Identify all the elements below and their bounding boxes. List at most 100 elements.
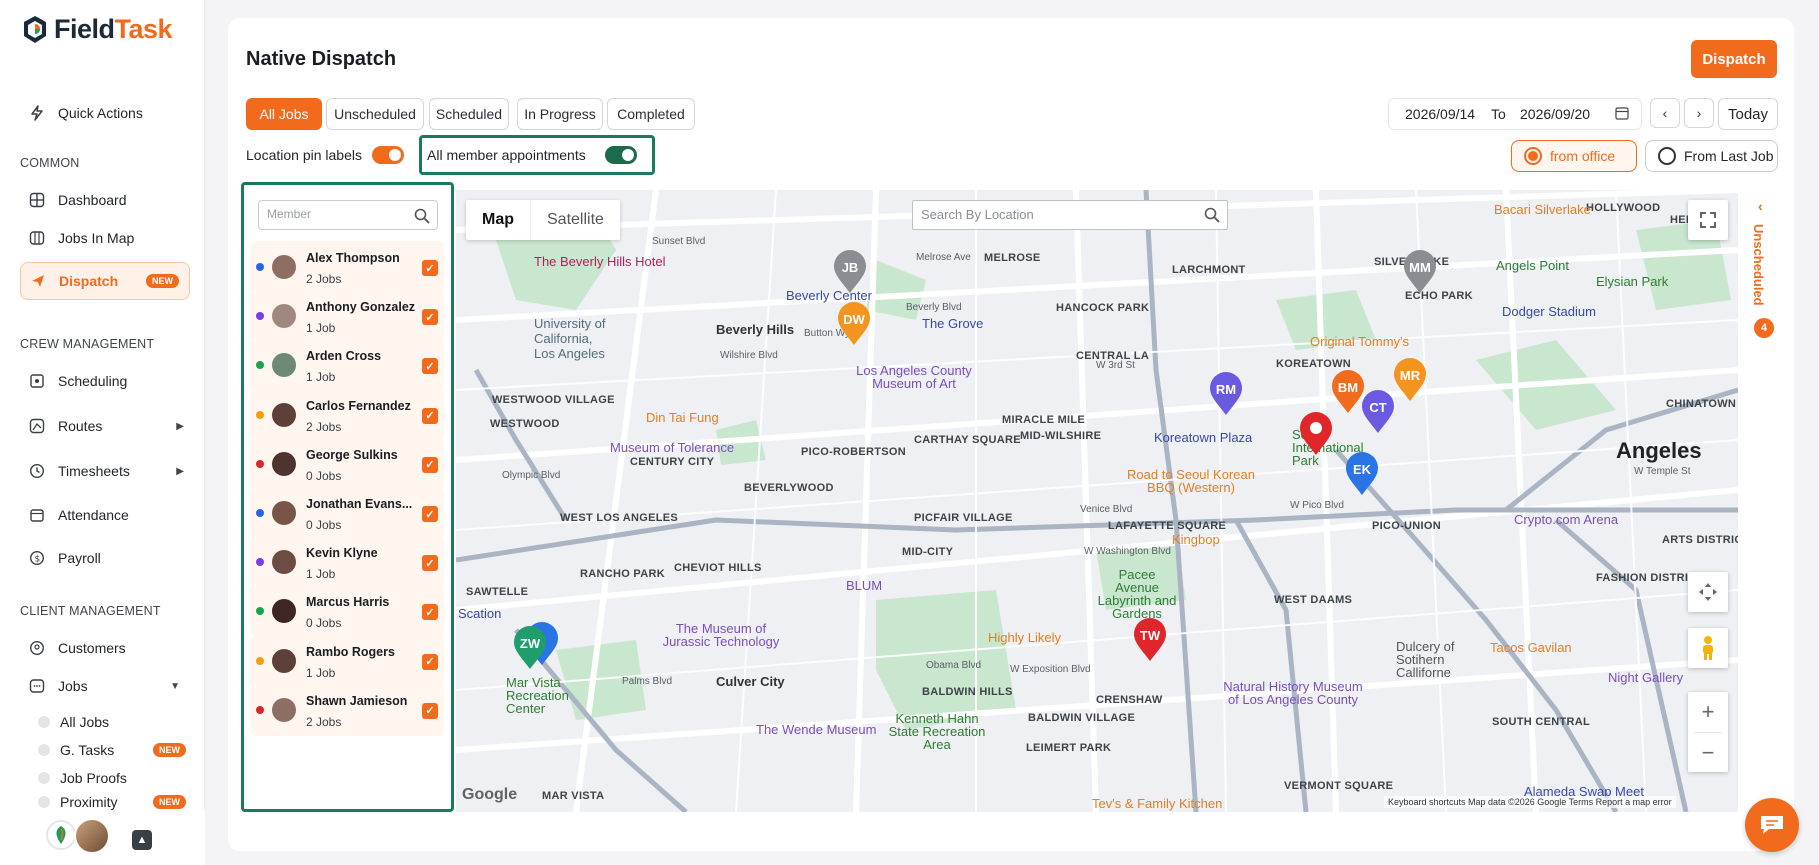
- member-job-count: 1 Job: [306, 370, 336, 385]
- member-checkbox[interactable]: ✓: [422, 407, 438, 424]
- member-checkbox[interactable]: ✓: [422, 260, 438, 276]
- workspace-logo[interactable]: [46, 820, 76, 850]
- tab-completed[interactable]: Completed: [607, 98, 695, 130]
- member-row[interactable]: Carlos Fernandez 2 Jobs ✓: [250, 388, 444, 441]
- nav-scheduling[interactable]: Scheduling: [20, 364, 190, 398]
- pin-initials: MM: [1409, 260, 1431, 275]
- member-checkbox[interactable]: ✓: [422, 604, 438, 621]
- search-icon[interactable]: [1203, 206, 1221, 224]
- member-row[interactable]: George Sulkins 0 Jobs ✓: [250, 437, 444, 490]
- map-search[interactable]: [912, 200, 1228, 230]
- tab-all-jobs[interactable]: All Jobs: [246, 98, 322, 130]
- all-member-appointments-toggle[interactable]: [605, 146, 637, 164]
- nav-routes[interactable]: Routes ▶: [20, 409, 190, 443]
- job-pin[interactable]: MM: [1402, 250, 1438, 294]
- from-last-job-option[interactable]: From Last Job: [1645, 140, 1778, 172]
- nav-sub-all-jobs[interactable]: All Jobs: [38, 710, 188, 734]
- nav-quick-actions[interactable]: Quick Actions: [20, 96, 190, 130]
- map-icon: [28, 229, 46, 247]
- fullscreen-button[interactable]: [1688, 200, 1728, 240]
- member-row[interactable]: Marcus Harris 0 Jobs ✓: [250, 585, 444, 638]
- nav-customers[interactable]: Customers: [20, 631, 190, 665]
- member-row[interactable]: Kevin Klyne 1 Job ✓: [250, 536, 444, 589]
- tab-unscheduled[interactable]: Unscheduled: [326, 98, 424, 130]
- app-logo[interactable]: FieldTask: [22, 14, 173, 45]
- map-attribution[interactable]: Keyboard shortcuts Map data ©2026 Google…: [1384, 796, 1676, 808]
- tab-scheduled[interactable]: Scheduled: [429, 98, 509, 130]
- map-city-label: Beverly Hills: [716, 322, 795, 337]
- map-area-label: MAR VISTA: [542, 790, 605, 802]
- job-pin[interactable]: TW: [1132, 618, 1168, 662]
- map-type-control: Map Satellite: [466, 200, 620, 240]
- dispatch-button[interactable]: Dispatch: [1691, 40, 1777, 78]
- map-type-map[interactable]: Map: [466, 200, 530, 240]
- map-view[interactable]: Map Satellite HOLLYWOOD MELROSE LARCHMON…: [456, 190, 1738, 812]
- nav-payroll[interactable]: $ Payroll: [20, 541, 190, 575]
- zoom-in-button[interactable]: +: [1702, 692, 1715, 732]
- location-pin-labels-toggle[interactable]: [372, 146, 404, 164]
- prev-week-button[interactable]: ‹: [1650, 98, 1680, 128]
- member-row[interactable]: Arden Cross 1 Job ✓: [250, 339, 444, 392]
- job-pin[interactable]: ZW: [512, 626, 548, 670]
- next-week-button[interactable]: ›: [1684, 98, 1714, 128]
- job-pin[interactable]: EK: [1344, 452, 1380, 496]
- zoom-out-button[interactable]: −: [1694, 732, 1722, 772]
- member-checkbox[interactable]: ✓: [422, 309, 438, 326]
- member-row[interactable]: Rambo Rogers 1 Job ✓: [250, 634, 444, 687]
- member-checkbox[interactable]: ✓: [422, 506, 438, 522]
- nav-dispatch[interactable]: Dispatch NEW: [20, 262, 190, 300]
- nav-attendance[interactable]: Attendance: [20, 498, 190, 532]
- map-pan-control[interactable]: [1688, 572, 1728, 612]
- member-color-dot: [256, 705, 264, 714]
- member-avatar: [272, 353, 296, 378]
- unscheduled-drawer-tab[interactable]: ‹ Unscheduled 4: [1751, 196, 1778, 346]
- nav-sub-proximity[interactable]: Proximity NEW: [38, 792, 188, 812]
- from-office-option[interactable]: from office: [1511, 140, 1637, 172]
- street-view-pegman[interactable]: [1688, 628, 1728, 668]
- member-checkbox[interactable]: ✓: [422, 456, 438, 473]
- nav-dashboard[interactable]: Dashboard: [20, 183, 190, 217]
- today-button[interactable]: Today: [1718, 98, 1778, 130]
- map-place-label: Kenneth Hahn State Recreation Area: [888, 711, 986, 752]
- job-pin[interactable]: RM: [1208, 372, 1244, 416]
- member-row[interactable]: Jonathan Evans... 0 Jobs ✓: [250, 487, 444, 539]
- member-checkbox[interactable]: ✓: [422, 653, 438, 670]
- nav-jobs[interactable]: Jobs ▼: [20, 669, 190, 703]
- expand-icon[interactable]: ▲: [132, 830, 152, 850]
- job-pin[interactable]: DW: [836, 302, 872, 346]
- date-range-picker[interactable]: 2026/09/14 To 2026/09/20: [1388, 98, 1642, 130]
- map-area-label: VERMONT SQUARE: [1284, 780, 1394, 792]
- member-checkbox[interactable]: ✓: [422, 702, 438, 719]
- map-street-label: Obama Blvd: [926, 660, 982, 671]
- nav-label: Attendance: [58, 507, 129, 523]
- map-place-label: Los Angeles County Museum of Art: [856, 363, 972, 391]
- map-city-label: Angeles: [1616, 438, 1702, 463]
- nav-sub-job-proofs[interactable]: Job Proofs: [38, 766, 188, 790]
- nav-jobs-in-map[interactable]: Jobs In Map: [20, 221, 190, 255]
- tab-in-progress[interactable]: In Progress: [517, 98, 603, 130]
- job-pin[interactable]: MR: [1392, 358, 1428, 402]
- nav-timesheets[interactable]: Timesheets ▶: [20, 454, 190, 488]
- chat-button[interactable]: [1745, 798, 1799, 852]
- member-checkbox[interactable]: ✓: [422, 555, 438, 572]
- map-search-input[interactable]: [921, 207, 1191, 222]
- member-checkbox[interactable]: ✓: [422, 358, 438, 375]
- member-row[interactable]: Anthony Gonzalez 1 Job ✓: [250, 290, 444, 343]
- map-type-satellite[interactable]: Satellite: [530, 200, 620, 240]
- map-area-label: MELROSE: [984, 252, 1041, 264]
- member-search-input[interactable]: [267, 207, 397, 221]
- member-search[interactable]: [258, 200, 438, 230]
- map-place-label: BLUM: [846, 578, 883, 593]
- office-pin[interactable]: [1298, 412, 1334, 456]
- job-pin[interactable]: CT: [1360, 390, 1396, 434]
- search-icon[interactable]: [413, 207, 431, 225]
- nav-sub-g-tasks[interactable]: G. Tasks NEW: [38, 738, 188, 762]
- member-row[interactable]: Alex Thompson 2 Jobs ✓: [250, 241, 444, 293]
- all-member-appointments-label: All member appointments: [427, 147, 586, 163]
- job-pin[interactable]: JB: [832, 250, 868, 294]
- member-color-dot: [256, 558, 264, 567]
- user-avatar[interactable]: [74, 818, 110, 854]
- member-job-count: 0 Jobs: [306, 468, 342, 483]
- sidebar: FieldTask Quick Actions COMMON Dashboard…: [0, 0, 205, 865]
- member-row[interactable]: Shawn Jamieson 2 Jobs ✓: [250, 683, 444, 736]
